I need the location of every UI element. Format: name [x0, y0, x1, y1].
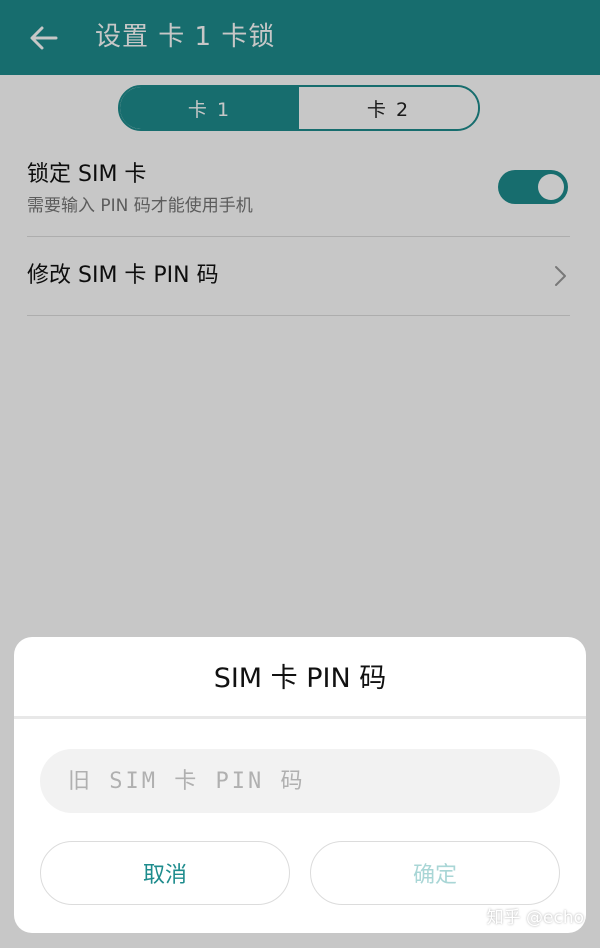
pin-dialog: SIM 卡 PIN 码 取消 确定 [14, 637, 586, 933]
old-pin-input[interactable] [40, 749, 560, 813]
confirm-button[interactable]: 确定 [310, 841, 560, 905]
dialog-divider [14, 716, 586, 719]
dialog-title: SIM 卡 PIN 码 [213, 663, 387, 694]
watermark: 知乎 @echo [486, 908, 584, 928]
cancel-button[interactable]: 取消 [40, 841, 290, 905]
